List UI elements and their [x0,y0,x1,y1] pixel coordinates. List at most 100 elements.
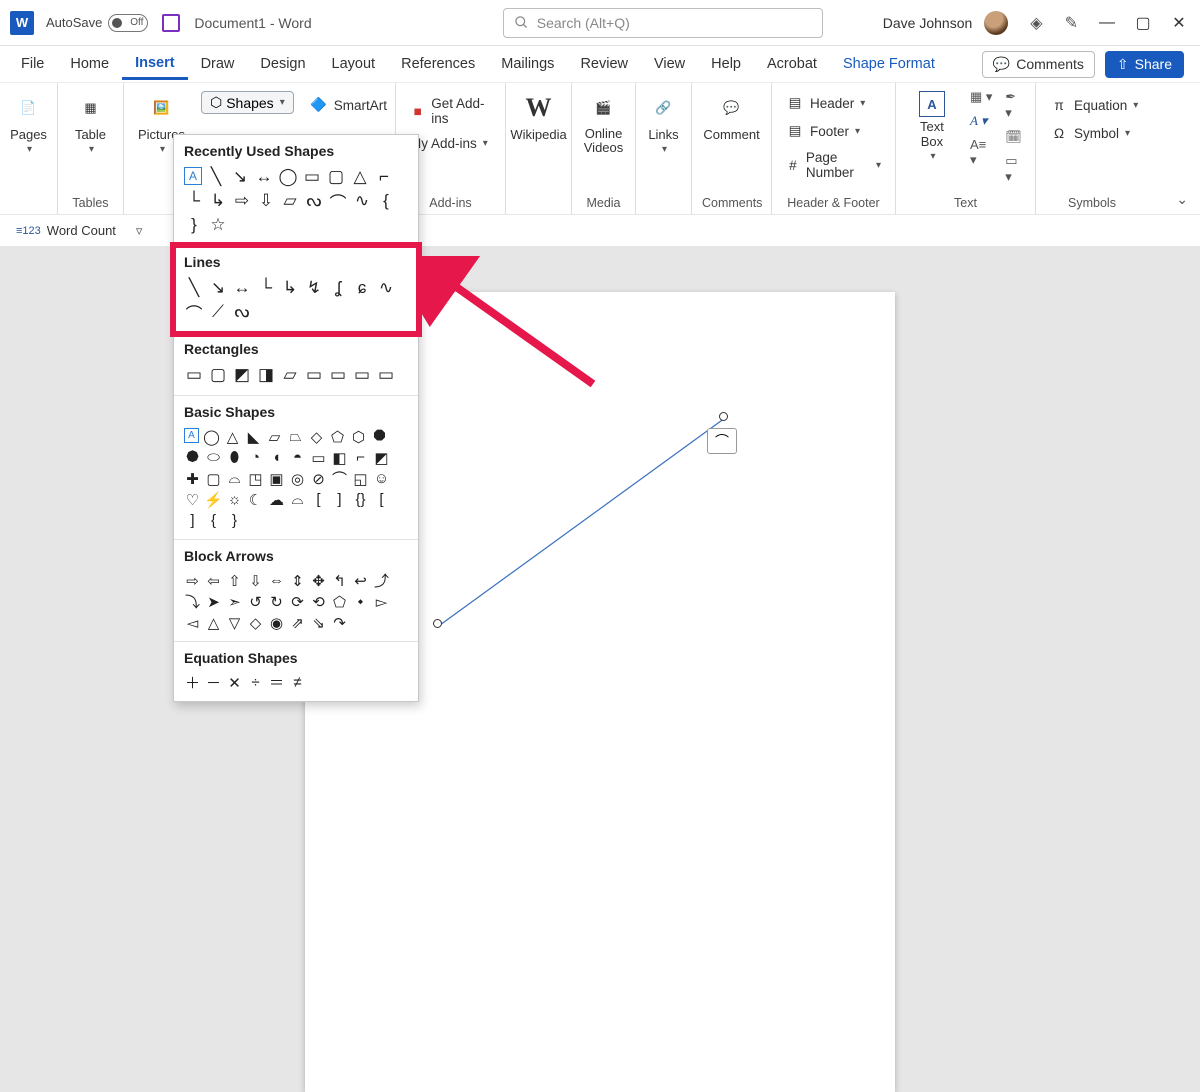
shape-star[interactable]: ☆ [208,215,228,235]
bs-tear[interactable]: ◓ [289,449,306,466]
rect-9[interactable]: ▭ [376,365,396,385]
ba-cir[interactable]: ◉ [268,614,285,631]
bs-trap[interactable]: ⏢ [287,428,304,445]
shape-rbrace[interactable]: } [184,215,204,235]
object-icon[interactable]: ▭ ▾ [1005,153,1025,185]
bs-sun[interactable]: ☼ [226,491,243,508]
ba-bent[interactable]: ↰ [331,572,348,589]
shape-right-arrow[interactable]: ⇨ [232,191,252,211]
tab-design[interactable]: Design [247,50,318,78]
tab-insert[interactable]: Insert [122,49,188,80]
bs-hept[interactable]: ⯃ [371,428,388,445]
bs-dia[interactable]: ◇ [308,428,325,445]
tab-view[interactable]: View [641,50,698,78]
tab-file[interactable]: File [8,50,57,78]
dropcap-icon[interactable]: A≡ ▾ [970,137,993,168]
bs-rbr[interactable]: } [226,512,243,529]
maximize-button[interactable]: ▢ [1136,16,1150,30]
shape-triangle[interactable]: △ [350,167,370,187]
line-elbow[interactable]: └ [256,278,276,298]
bs-cross[interactable]: ✚ [184,470,201,487]
bs-oct[interactable]: ⯄ [184,449,201,466]
footer-button[interactable]: ▤Footer [782,119,885,143]
rect-1[interactable]: ▭ [184,365,204,385]
rect-5[interactable]: ▱ [280,365,300,385]
search-input[interactable]: Search (Alt+Q) [503,8,823,38]
bs-no[interactable]: ⊘ [310,470,327,487]
ba-dc[interactable]: ▽ [226,614,243,631]
ba-lup[interactable]: ⤴ [373,572,390,589]
shape-l[interactable]: ⌐ [374,167,394,187]
tab-shape-format[interactable]: Shape Format [830,50,948,78]
bs-pent[interactable]: ⬠ [329,428,346,445]
line-handle-start[interactable] [433,619,442,628]
signature-icon[interactable]: ✒ ▾ [1005,89,1025,121]
word-count-button[interactable]: ≡123 Word Count [10,221,122,240]
user-name[interactable]: Dave Johnson [883,15,973,31]
ba-notch[interactable]: ➣ [226,593,243,610]
pages-button[interactable]: 📄 Pages ▾ [6,89,51,157]
eq-neq[interactable]: ≠ [289,674,306,691]
shape-scribble[interactable]: ᔓ [304,191,324,211]
tab-draw[interactable]: Draw [188,50,248,78]
avatar[interactable] [984,11,1008,35]
drawn-line-shape[interactable] [435,413,735,643]
bs-para[interactable]: ▱ [266,428,283,445]
textbox-button[interactable]: A Text Box▾ [906,89,958,164]
ba-u[interactable]: ⇧ [226,572,243,589]
bs-plaque[interactable]: ▢ [205,470,222,487]
bs-frame[interactable]: ▭ [310,449,327,466]
line-scribble[interactable]: ᔓ [232,302,252,322]
table-button[interactable]: ▦ Table ▾ [70,89,112,157]
ba-lr[interactable]: ⇔ [268,572,285,589]
bs-dec[interactable]: ⬭ [205,449,222,466]
bs-cloud[interactable]: ☁ [268,491,285,508]
ba-ud[interactable]: ⇕ [289,572,306,589]
tab-mailings[interactable]: Mailings [488,50,567,78]
ba-x1[interactable]: ⇗ [289,614,306,631]
equation-button[interactable]: πEquation [1046,93,1142,117]
shape-line[interactable]: ╲ [206,167,226,187]
tab-home[interactable]: Home [57,50,122,78]
my-addins-button[interactable]: My Add-ins [406,133,495,154]
shape-arrow-line[interactable]: ↘ [230,167,250,187]
symbol-button[interactable]: ΩSymbol [1046,121,1142,145]
pen-icon[interactable]: ✎ [1065,13,1078,33]
layout-options-chip[interactable]: ⌒ [707,428,737,454]
rect-4[interactable]: ◨ [256,365,276,385]
bs-l[interactable]: ⌐ [352,449,369,466]
bs-textbox[interactable]: A [184,428,199,443]
ba-bup[interactable]: ⤵ [184,593,201,610]
page-number-button[interactable]: #Page Number [782,147,885,183]
quickbar-more-icon[interactable]: ▿ [136,223,143,239]
shape-elbow[interactable]: └ [184,191,204,211]
bs-bevel[interactable]: ▣ [268,470,285,487]
line-elbow-double[interactable]: ↯ [304,278,324,298]
ba-qc[interactable]: ◇ [247,614,264,631]
bs-lbrk2[interactable]: [ [373,491,390,508]
autosave-toggle[interactable]: Off [108,14,148,32]
tab-review[interactable]: Review [567,50,641,78]
rect-7[interactable]: ▭ [328,365,348,385]
bs-smile[interactable]: ☺ [373,470,390,487]
rect-2[interactable]: ▢ [208,365,228,385]
eq-div[interactable]: ÷ [247,674,264,691]
shapes-button[interactable]: ⬡ Shapes ▾ [201,91,294,114]
smartart-button[interactable]: 🔷 SmartArt [306,93,391,117]
shape-arc[interactable]: ⌒ [328,191,348,211]
minimize-button[interactable]: — [1100,16,1114,30]
ba-c1[interactable]: ↺ [247,593,264,610]
share-button[interactable]: ⇧ Share [1105,51,1184,78]
wikipedia-button[interactable]: W Wikipedia [506,89,570,144]
bs-dodec[interactable]: ⬮ [226,449,243,466]
ba-x2[interactable]: ⇘ [310,614,327,631]
comments-button[interactable]: 💬 Comments [982,51,1095,78]
line-straight[interactable]: ╲ [184,278,204,298]
wordart-icon[interactable]: A ▾ [970,113,993,129]
ba-c3[interactable]: ⟳ [289,593,306,610]
bs-bolt[interactable]: ⚡ [205,491,222,508]
ba-rc[interactable]: ▻ [373,593,390,610]
bs-diag[interactable]: ◩ [373,449,390,466]
shape-flowchart[interactable]: ▱ [280,191,300,211]
eq-plus[interactable]: ＋ [184,674,201,691]
